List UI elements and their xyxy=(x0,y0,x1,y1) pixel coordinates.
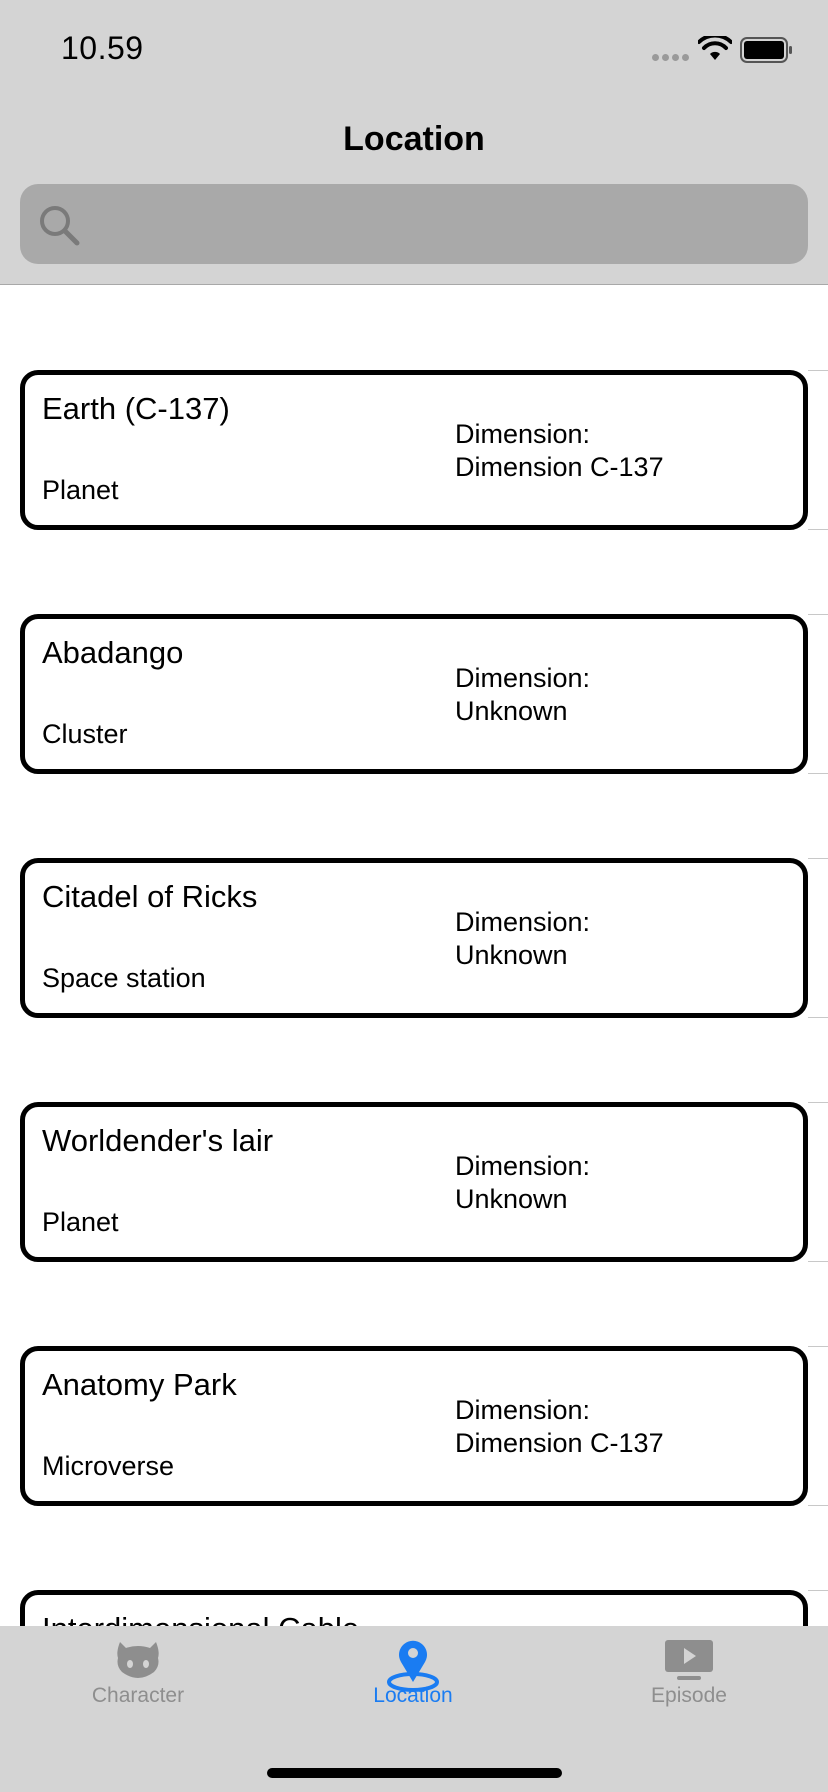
dimension-value: Unknown xyxy=(455,696,568,726)
location-card[interactable]: Earth (C-137) Planet Dimension: Dimension C… xyxy=(20,370,808,530)
tab-label: Episode xyxy=(651,1684,727,1707)
location-type: Microverse xyxy=(42,1451,175,1481)
search-bar[interactable] xyxy=(20,184,808,264)
location-row[interactable]: Worldender's lair Planet Dimension: Unknown xyxy=(0,1018,828,1262)
dimension-value: Dimension C-137 xyxy=(455,452,664,482)
row-separator xyxy=(808,858,828,859)
github-octocat-icon xyxy=(117,1642,159,1678)
location-row[interactable]: Citadel of Ricks Space station Dimension: U… xyxy=(0,774,828,1018)
location-row[interactable]: Anatomy Park Microverse Dimension: Dimensio… xyxy=(0,1262,828,1506)
row-separator xyxy=(808,614,828,615)
location-type: Planet xyxy=(42,1207,119,1237)
tab-location[interactable]: Location xyxy=(313,1626,513,1736)
location-name: Earth (C-137) xyxy=(42,391,230,426)
location-row[interactable]: Abadango Cluster Dimension: Unknown xyxy=(0,530,828,774)
home-indicator xyxy=(267,1768,562,1778)
row-separator xyxy=(808,1590,828,1591)
dimension-label: Dimension: xyxy=(455,1151,591,1181)
location-name: Citadel of Ricks xyxy=(42,879,258,914)
search-icon xyxy=(40,206,80,246)
dimension-label: Dimension: xyxy=(455,419,591,449)
tab-episode[interactable]: Episode xyxy=(589,1626,789,1736)
dimension-label: Dimension: xyxy=(455,1395,591,1425)
location-type: Planet xyxy=(42,475,119,505)
battery-icon xyxy=(740,37,792,63)
play-tv-icon xyxy=(665,1640,713,1680)
dimension-label: Dimension: xyxy=(455,663,591,693)
location-name: Abadango xyxy=(42,635,184,670)
cellular-signal-icon xyxy=(652,54,689,61)
location-card[interactable]: Abadango Cluster Dimension: Unknown xyxy=(20,614,808,774)
tab-label: Location xyxy=(373,1684,453,1707)
location-type: Cluster xyxy=(42,719,128,749)
location-row[interactable]: Earth (C-137) Planet Dimension: Dimension C… xyxy=(0,286,828,530)
dimension-label: Dimension: xyxy=(455,907,591,937)
dimension-value: Dimension C-137 xyxy=(455,1428,664,1458)
navigation-header: 10.59 Location xyxy=(0,0,828,285)
row-separator xyxy=(808,1102,828,1103)
row-separator xyxy=(808,1346,828,1347)
tab-label: Character xyxy=(91,1684,185,1707)
location-row[interactable]: Interdimensional Cable xyxy=(0,1506,828,1626)
wifi-icon xyxy=(698,36,732,60)
search-input[interactable] xyxy=(100,184,790,264)
location-type: Space station xyxy=(42,963,206,993)
row-separator xyxy=(808,370,828,371)
page-title: Location xyxy=(343,120,485,158)
location-list[interactable]: Earth (C-137) Planet Dimension: Dimension C… xyxy=(0,286,828,1626)
tab-bar: Character Location Episode xyxy=(0,1626,828,1792)
location-card[interactable]: Interdimensional Cable xyxy=(20,1590,808,1626)
dimension-value: Unknown xyxy=(455,1184,568,1214)
location-card[interactable]: Citadel of Ricks Space station Dimension: U… xyxy=(20,858,808,1018)
status-time: 10.59 xyxy=(61,30,144,66)
location-name: Anatomy Park xyxy=(42,1367,237,1402)
location-name: Worldender's lair xyxy=(42,1123,274,1158)
location-name: Interdimensional Cable xyxy=(42,1611,359,1626)
location-card[interactable]: Anatomy Park Microverse Dimension: Dimensio… xyxy=(20,1346,808,1506)
location-card[interactable]: Worldender's lair Planet Dimension: Unknown xyxy=(20,1102,808,1262)
dimension-value: Unknown xyxy=(455,940,568,970)
tab-character[interactable]: Character xyxy=(38,1626,238,1736)
